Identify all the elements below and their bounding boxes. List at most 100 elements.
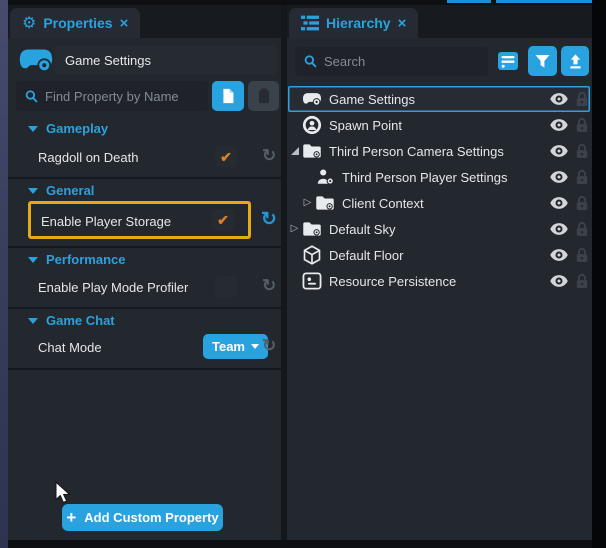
expand-caret[interactable]	[288, 147, 301, 155]
chevron-right-icon: ▷	[291, 224, 299, 234]
hierarchy-row-game-settings[interactable]: Game Settings	[288, 86, 590, 112]
checkbox-player-storage[interactable]: ✔	[212, 209, 234, 231]
eye-icon[interactable]	[549, 195, 569, 211]
section-game-chat-title: Game Chat	[46, 313, 115, 328]
filter-icon	[534, 54, 551, 69]
search-icon	[24, 89, 39, 104]
hierarchy-row-default-sky[interactable]: ▷ Default Sky	[288, 216, 590, 242]
eye-icon[interactable]	[549, 273, 569, 289]
section-general-title: General	[46, 183, 94, 198]
hierarchy-row-spawn-point[interactable]: Spawn Point	[288, 112, 590, 138]
tab-hierarchy[interactable]: Hierarchy ×	[289, 8, 418, 38]
lock-icon[interactable]	[575, 195, 589, 211]
reset-icon[interactable]: ↺	[262, 277, 276, 294]
checkbox-ragdoll[interactable]: ✔	[215, 146, 237, 168]
top-accent-bar	[447, 0, 491, 3]
spawn-point-icon	[302, 115, 322, 135]
lock-icon[interactable]	[575, 117, 589, 133]
prop-label-player-storage: Enable Player Storage	[41, 214, 171, 229]
lock-icon[interactable]	[575, 273, 589, 289]
eye-icon[interactable]	[549, 247, 569, 263]
section-gameplay[interactable]: Gameplay	[8, 121, 281, 136]
object-name-input[interactable]	[55, 45, 277, 75]
checkbox-profiler[interactable]	[215, 276, 237, 298]
divider	[8, 307, 281, 309]
right-viewport-edge	[592, 0, 606, 548]
folder-icon	[302, 220, 322, 238]
close-icon[interactable]: ×	[120, 16, 129, 31]
section-general[interactable]: General	[8, 183, 281, 198]
list-view-icon	[497, 51, 519, 71]
prop-label-profiler: Enable Play Mode Profiler	[38, 280, 188, 295]
close-icon[interactable]: ×	[398, 16, 407, 31]
lock-icon[interactable]	[575, 91, 589, 107]
reset-icon-active[interactable]: ↺	[261, 210, 277, 229]
editor-window: ⚙ Properties × Gameplay Ragdoll on Death…	[0, 0, 606, 548]
clipboard-icon	[254, 86, 274, 106]
eye-icon[interactable]	[549, 221, 569, 237]
reset-icon[interactable]: ↺	[262, 337, 276, 354]
section-game-chat[interactable]: Game Chat	[8, 313, 281, 328]
mouse-cursor	[52, 481, 74, 505]
copy-properties-button[interactable]	[212, 81, 244, 111]
tab-properties[interactable]: ⚙ Properties ×	[10, 8, 140, 38]
section-performance[interactable]: Performance	[8, 252, 281, 267]
highlighted-property: Enable Player Storage ✔	[28, 201, 251, 239]
properties-tabbar: ⚙ Properties ×	[8, 5, 281, 38]
chat-mode-dropdown[interactable]: Team	[203, 334, 268, 359]
search-icon	[303, 54, 318, 69]
game-settings-icon	[18, 47, 54, 73]
top-accent-bar	[496, 0, 606, 3]
hierarchy-search-input[interactable]	[324, 54, 480, 69]
view-mode-button[interactable]	[494, 46, 522, 76]
upload-icon	[567, 53, 584, 70]
prop-label-chat-mode: Chat Mode	[38, 340, 102, 355]
left-viewport-edge	[0, 0, 8, 548]
hierarchy-panel: Game Settings Spawn Point Third Person C…	[287, 38, 592, 540]
eye-icon[interactable]	[549, 117, 569, 133]
reset-icon[interactable]: ↺	[262, 147, 276, 164]
hierarchy-row-resource-persistence[interactable]: Resource Persistence	[288, 268, 590, 294]
lock-icon[interactable]	[575, 221, 589, 237]
divider	[8, 246, 281, 248]
folder-icon	[315, 194, 335, 212]
add-custom-property-button[interactable]: + Add Custom Property	[62, 504, 223, 531]
collapse-caret[interactable]: ▷	[301, 198, 314, 208]
eye-icon[interactable]	[549, 143, 569, 159]
plus-icon: +	[66, 509, 76, 526]
chat-mode-value: Team	[212, 339, 245, 354]
paste-properties-button[interactable]	[248, 81, 279, 111]
folder-icon	[302, 142, 322, 160]
game-settings-icon	[302, 90, 322, 108]
hierarchy-row-default-floor[interactable]: Default Floor	[288, 242, 590, 268]
collapse-caret[interactable]: ▷	[288, 224, 301, 234]
check-icon: ✔	[217, 213, 229, 227]
lock-icon[interactable]	[575, 247, 589, 263]
hierarchy-icon	[301, 15, 319, 31]
eye-icon[interactable]	[549, 91, 569, 107]
divider	[8, 368, 281, 370]
hierarchy-row-third-person-camera[interactable]: Third Person Camera Settings	[288, 138, 590, 164]
hierarchy-row-client-context[interactable]: ▷ Client Context	[288, 190, 590, 216]
lock-icon[interactable]	[575, 169, 589, 185]
tab-properties-label: Properties	[43, 15, 112, 31]
properties-panel: Gameplay Ragdoll on Death ✔ ↺ General En…	[8, 38, 281, 540]
collapse-all-button[interactable]	[561, 46, 589, 76]
gear-icon: ⚙	[22, 13, 36, 33]
bottom-chrome	[8, 540, 592, 548]
find-property-input[interactable]	[45, 89, 200, 104]
tab-hierarchy-label: Hierarchy	[326, 15, 391, 31]
filter-button[interactable]	[528, 46, 557, 76]
find-property-box	[16, 81, 208, 111]
lock-icon[interactable]	[575, 143, 589, 159]
section-performance-title: Performance	[46, 252, 125, 267]
chevron-down-icon	[251, 344, 259, 349]
chevron-down-icon	[28, 257, 38, 263]
player-settings-icon	[315, 168, 335, 186]
hierarchy-row-third-person-player[interactable]: Third Person Player Settings	[288, 164, 590, 190]
check-icon: ✔	[220, 150, 232, 164]
chevron-down-icon	[28, 188, 38, 194]
section-gameplay-title: Gameplay	[46, 121, 108, 136]
eye-icon[interactable]	[549, 169, 569, 185]
copy-icon	[218, 86, 238, 106]
